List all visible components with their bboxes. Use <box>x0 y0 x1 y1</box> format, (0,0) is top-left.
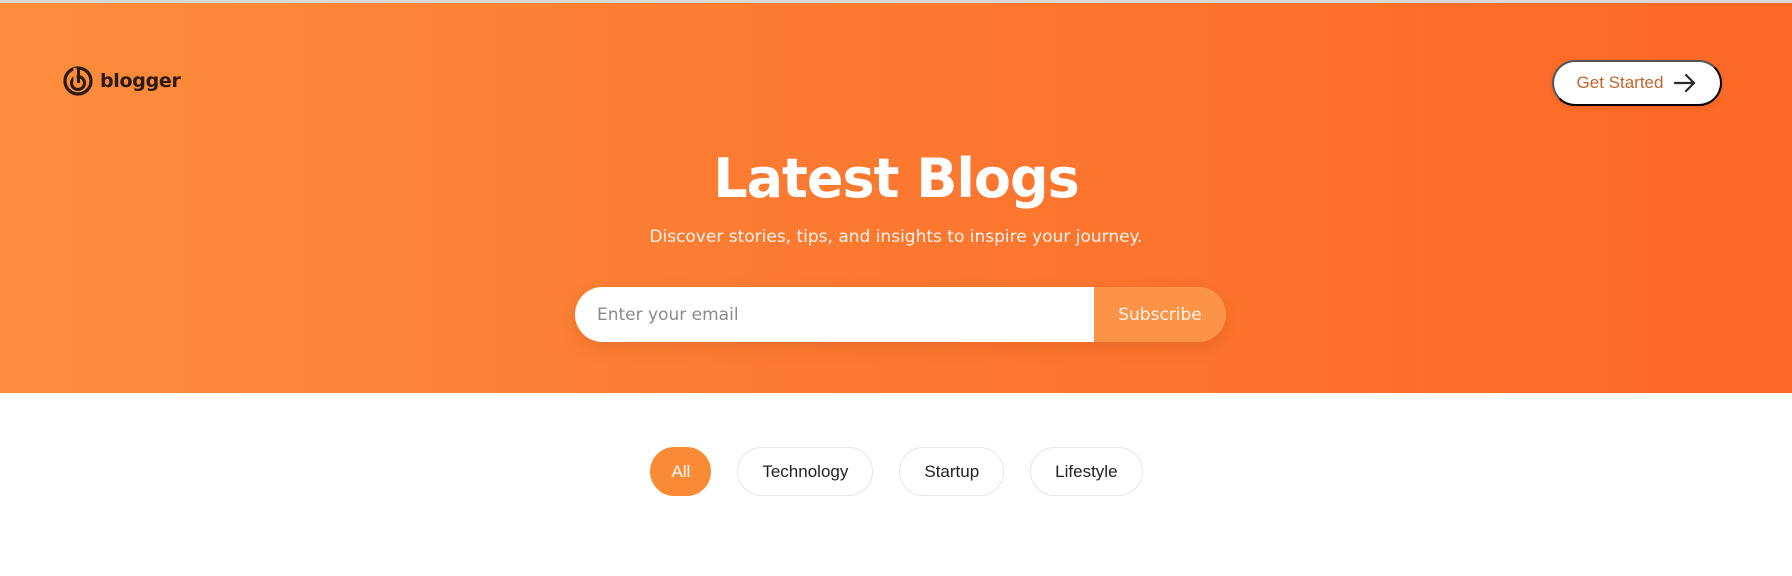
arrow-right-icon <box>1674 73 1696 93</box>
subscribe-button[interactable]: Subscribe <box>1094 287 1226 342</box>
email-input[interactable] <box>575 287 1094 342</box>
filter-chip-all[interactable]: All <box>650 447 712 496</box>
get-started-button[interactable]: Get Started <box>1552 60 1722 106</box>
filter-chip-technology[interactable]: Technology <box>737 447 874 496</box>
category-filters: All Technology Startup Lifestyle <box>0 447 1792 496</box>
page-subtitle: Discover stories, tips, and insights to … <box>649 227 1143 247</box>
filter-chip-lifestyle[interactable]: Lifestyle <box>1030 447 1143 496</box>
brand-name: blogger <box>100 70 181 92</box>
page-title: Latest Blogs <box>713 147 1080 210</box>
newsletter-form: Subscribe <box>575 287 1226 342</box>
filter-chip-startup[interactable]: Startup <box>899 447 1005 496</box>
brand-logo[interactable]: blogger <box>62 65 181 97</box>
spiral-logo-icon <box>63 66 93 96</box>
get-started-label: Get Started <box>1576 73 1664 92</box>
hero-banner: blogger Get Started Latest Blogs Discove… <box>0 3 1792 393</box>
